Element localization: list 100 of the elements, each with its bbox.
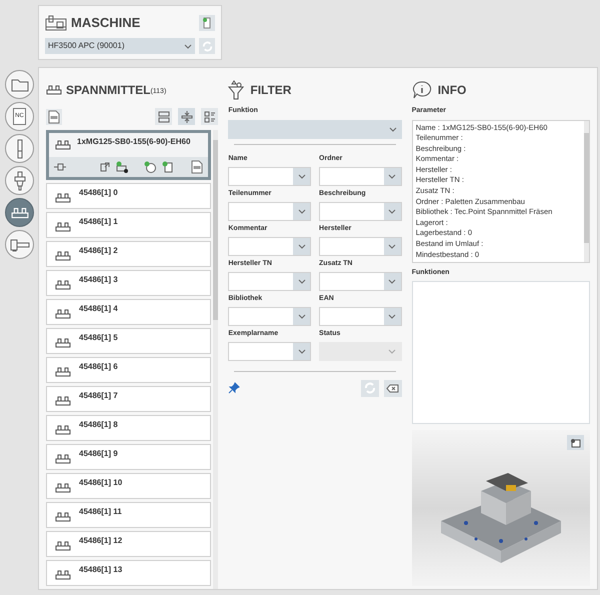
fixture-list-item[interactable]: 45486[1] 13 — [46, 560, 212, 586]
two-rows-icon — [158, 110, 170, 123]
vise-icon — [10, 238, 30, 252]
fixture-name: 45486[1] 4 — [79, 302, 118, 315]
add-fixture-icon[interactable] — [116, 160, 128, 173]
fixture-name: 45486[1] 11 — [79, 506, 122, 518]
fixture-icon — [55, 366, 71, 377]
fixture-icon — [55, 140, 71, 150]
chevron-down-icon — [388, 126, 397, 132]
fixture-icon — [10, 206, 28, 218]
sidebar-button[interactable] — [5, 134, 34, 163]
fixture-name: 45486[1] 3 — [79, 274, 118, 286]
chevron-down-icon — [388, 278, 396, 284]
pdf-icon — [48, 110, 60, 124]
fixture-list-item[interactable]: 45486[1] 11 — [46, 502, 212, 528]
sidebar-button[interactable] — [5, 70, 34, 99]
fixture-list-item[interactable]: 45486[1] 3 — [46, 270, 212, 296]
collapse-icon — [180, 110, 193, 123]
fixture-icon — [55, 308, 71, 319]
add-document-button[interactable] — [199, 15, 215, 31]
chevron-down-icon — [388, 244, 396, 248]
machine-title: MASCHINE — [71, 14, 142, 32]
fixture-icon — [55, 424, 71, 435]
fixture-icon — [55, 454, 71, 464]
scrollbar[interactable] — [584, 120, 589, 262]
fixture-icon — [55, 512, 71, 522]
fixture-list-item[interactable]: 45486[1] 4 — [46, 298, 212, 325]
chevron-down-icon — [298, 348, 306, 354]
fixture-list-item[interactable]: 45486[1] 5 — [46, 328, 212, 354]
chevron-down-icon — [184, 44, 192, 48]
refresh-icon — [202, 40, 212, 52]
fixture-icon — [55, 222, 71, 232]
chevron-down-icon — [388, 314, 396, 318]
info-icon — [412, 81, 432, 99]
fixture-name: 45486[1] 13 — [79, 564, 122, 576]
fixture-name: 45486[1] 0 — [79, 186, 118, 199]
info-title: INFO — [438, 82, 466, 99]
chevron-down-icon — [388, 348, 396, 354]
fixture-list-item[interactable]: 45486[1] 9 — [46, 444, 212, 470]
funnel-icon — [228, 80, 244, 100]
chevron-down-icon — [388, 208, 396, 214]
fixture-name: 45486[1] 12 — [79, 534, 122, 547]
image-options-button[interactable] — [567, 435, 584, 450]
fixture-icon — [55, 482, 71, 493]
folder-icon — [10, 78, 28, 92]
fixture-name: 45486[1] 2 — [79, 244, 118, 257]
expand-rows-button[interactable] — [155, 108, 172, 126]
fixture-name: 45486[1] 10 — [79, 476, 122, 489]
chevron-down-icon — [298, 208, 306, 214]
machine-dropdown[interactable]: HF3500 APC (90001) — [45, 38, 195, 54]
fixture-list-item[interactable]: 45486[1] 12 — [46, 530, 212, 557]
chevron-down-icon — [298, 244, 306, 248]
fixture-name: 1xMG125-SB0-155(6-90)-EH60 — [77, 136, 190, 148]
scrollbar[interactable] — [213, 130, 218, 589]
sidebar-button[interactable] — [5, 198, 34, 227]
sidebar-button[interactable] — [5, 166, 34, 195]
fixture-list-item[interactable]: 45486[1] 8 — [46, 414, 212, 441]
fixture-list-item[interactable]: 45486[1] 0 — [46, 182, 212, 209]
fixture-list-item[interactable]: 1xMG125-SB0-155(6-90)-EH60 — [46, 130, 212, 180]
external-link-icon[interactable] — [100, 162, 110, 172]
machine-icon — [45, 15, 67, 31]
fixture-icon — [55, 396, 71, 406]
image-settings-icon — [570, 438, 581, 448]
list-view-button[interactable] — [201, 108, 218, 126]
refresh-icon — [364, 382, 376, 394]
fixture-icon — [55, 280, 71, 290]
fixture-name: 45486[1] 9 — [79, 448, 118, 460]
fixture-list-item[interactable]: 45486[1] 6 — [46, 356, 212, 383]
add-document-icon[interactable] — [162, 160, 174, 173]
export-pdf-button[interactable] — [46, 108, 62, 125]
pin-icon — [54, 162, 66, 171]
add-document-icon — [202, 17, 212, 29]
fixtures-title: SPANNMITTEL — [66, 82, 150, 99]
fixture-list-item[interactable]: 45486[1] 10 — [46, 472, 212, 499]
fixture-name: 45486[1] 5 — [79, 332, 118, 344]
fixture-icon — [46, 84, 62, 95]
chevron-down-icon — [298, 278, 306, 284]
chevron-down-icon — [388, 174, 396, 178]
tool-holder-icon — [12, 170, 26, 190]
fixture-icon — [55, 250, 71, 261]
list-view-icon — [204, 110, 216, 123]
fixture-icon — [55, 338, 71, 348]
fixture-name: 45486[1] 7 — [79, 390, 118, 402]
end-mill-icon — [16, 138, 24, 158]
pdf-icon — [191, 160, 204, 174]
fixture-list-item[interactable]: 45486[1] 7 — [46, 386, 212, 412]
fixture-name: 45486[1] 8 — [79, 418, 118, 431]
fixture-list-item[interactable]: 45486[1] 1 — [46, 212, 212, 238]
backspace-icon — [386, 384, 400, 392]
clear-button[interactable] — [384, 380, 402, 396]
collapse-rows-button[interactable] — [178, 108, 196, 126]
fixture-icon — [55, 540, 71, 551]
fixture-name: 45486[1] 1 — [79, 216, 118, 228]
sidebar-button[interactable] — [5, 230, 34, 259]
chevron-down-icon — [298, 174, 306, 178]
fixture-list-item[interactable]: 45486[1] 2 — [46, 240, 212, 267]
machine-value: HF3500 APC (90001) — [48, 40, 124, 52]
fixture-icon — [55, 570, 71, 580]
pin-icon[interactable] — [228, 382, 240, 394]
chevron-down-icon — [298, 314, 306, 318]
